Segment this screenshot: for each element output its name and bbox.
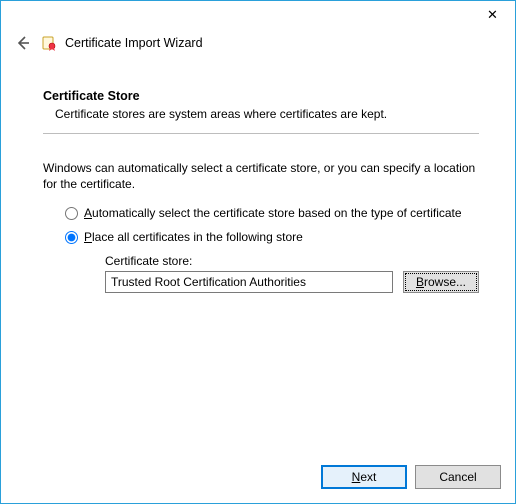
certificate-store-input[interactable]	[105, 271, 393, 293]
radio-place-all-input[interactable]	[65, 231, 78, 244]
close-icon: ✕	[487, 7, 498, 23]
wizard-header: Certificate Import Wizard	[1, 31, 515, 53]
back-button[interactable]	[13, 33, 33, 53]
radio-auto-select[interactable]: Automatically select the certificate sto…	[65, 206, 479, 220]
separator	[43, 133, 479, 134]
wizard-title: Certificate Import Wizard	[65, 36, 203, 50]
certificate-store-row: Browse...	[105, 271, 479, 293]
cancel-button[interactable]: Cancel	[415, 465, 501, 489]
section-heading: Certificate Store	[43, 89, 479, 103]
certificate-icon	[41, 35, 57, 51]
wizard-content: Certificate Store Certificate stores are…	[1, 53, 515, 503]
close-button[interactable]: ✕	[470, 1, 515, 29]
radio-auto-select-input[interactable]	[65, 207, 78, 220]
radio-place-all[interactable]: Place all certificates in the following …	[65, 230, 479, 244]
certificate-store-block: Certificate store: Browse...	[105, 254, 479, 293]
radio-place-all-label[interactable]: Place all certificates in the following …	[84, 230, 303, 244]
next-button[interactable]: Next	[321, 465, 407, 489]
titlebar: ✕	[1, 1, 515, 31]
back-arrow-icon	[15, 35, 31, 51]
radio-auto-select-label[interactable]: Automatically select the certificate sto…	[84, 206, 462, 220]
wizard-window: ✕ Certificate Import Wizard Certificate …	[0, 0, 516, 504]
intro-text: Windows can automatically select a certi…	[43, 160, 479, 192]
store-mode-radios: Automatically select the certificate sto…	[65, 206, 479, 293]
browse-button[interactable]: Browse...	[403, 271, 479, 293]
wizard-footer: Next Cancel	[321, 465, 501, 489]
certificate-store-label: Certificate store:	[105, 254, 479, 268]
section-description: Certificate stores are system areas wher…	[55, 107, 479, 121]
